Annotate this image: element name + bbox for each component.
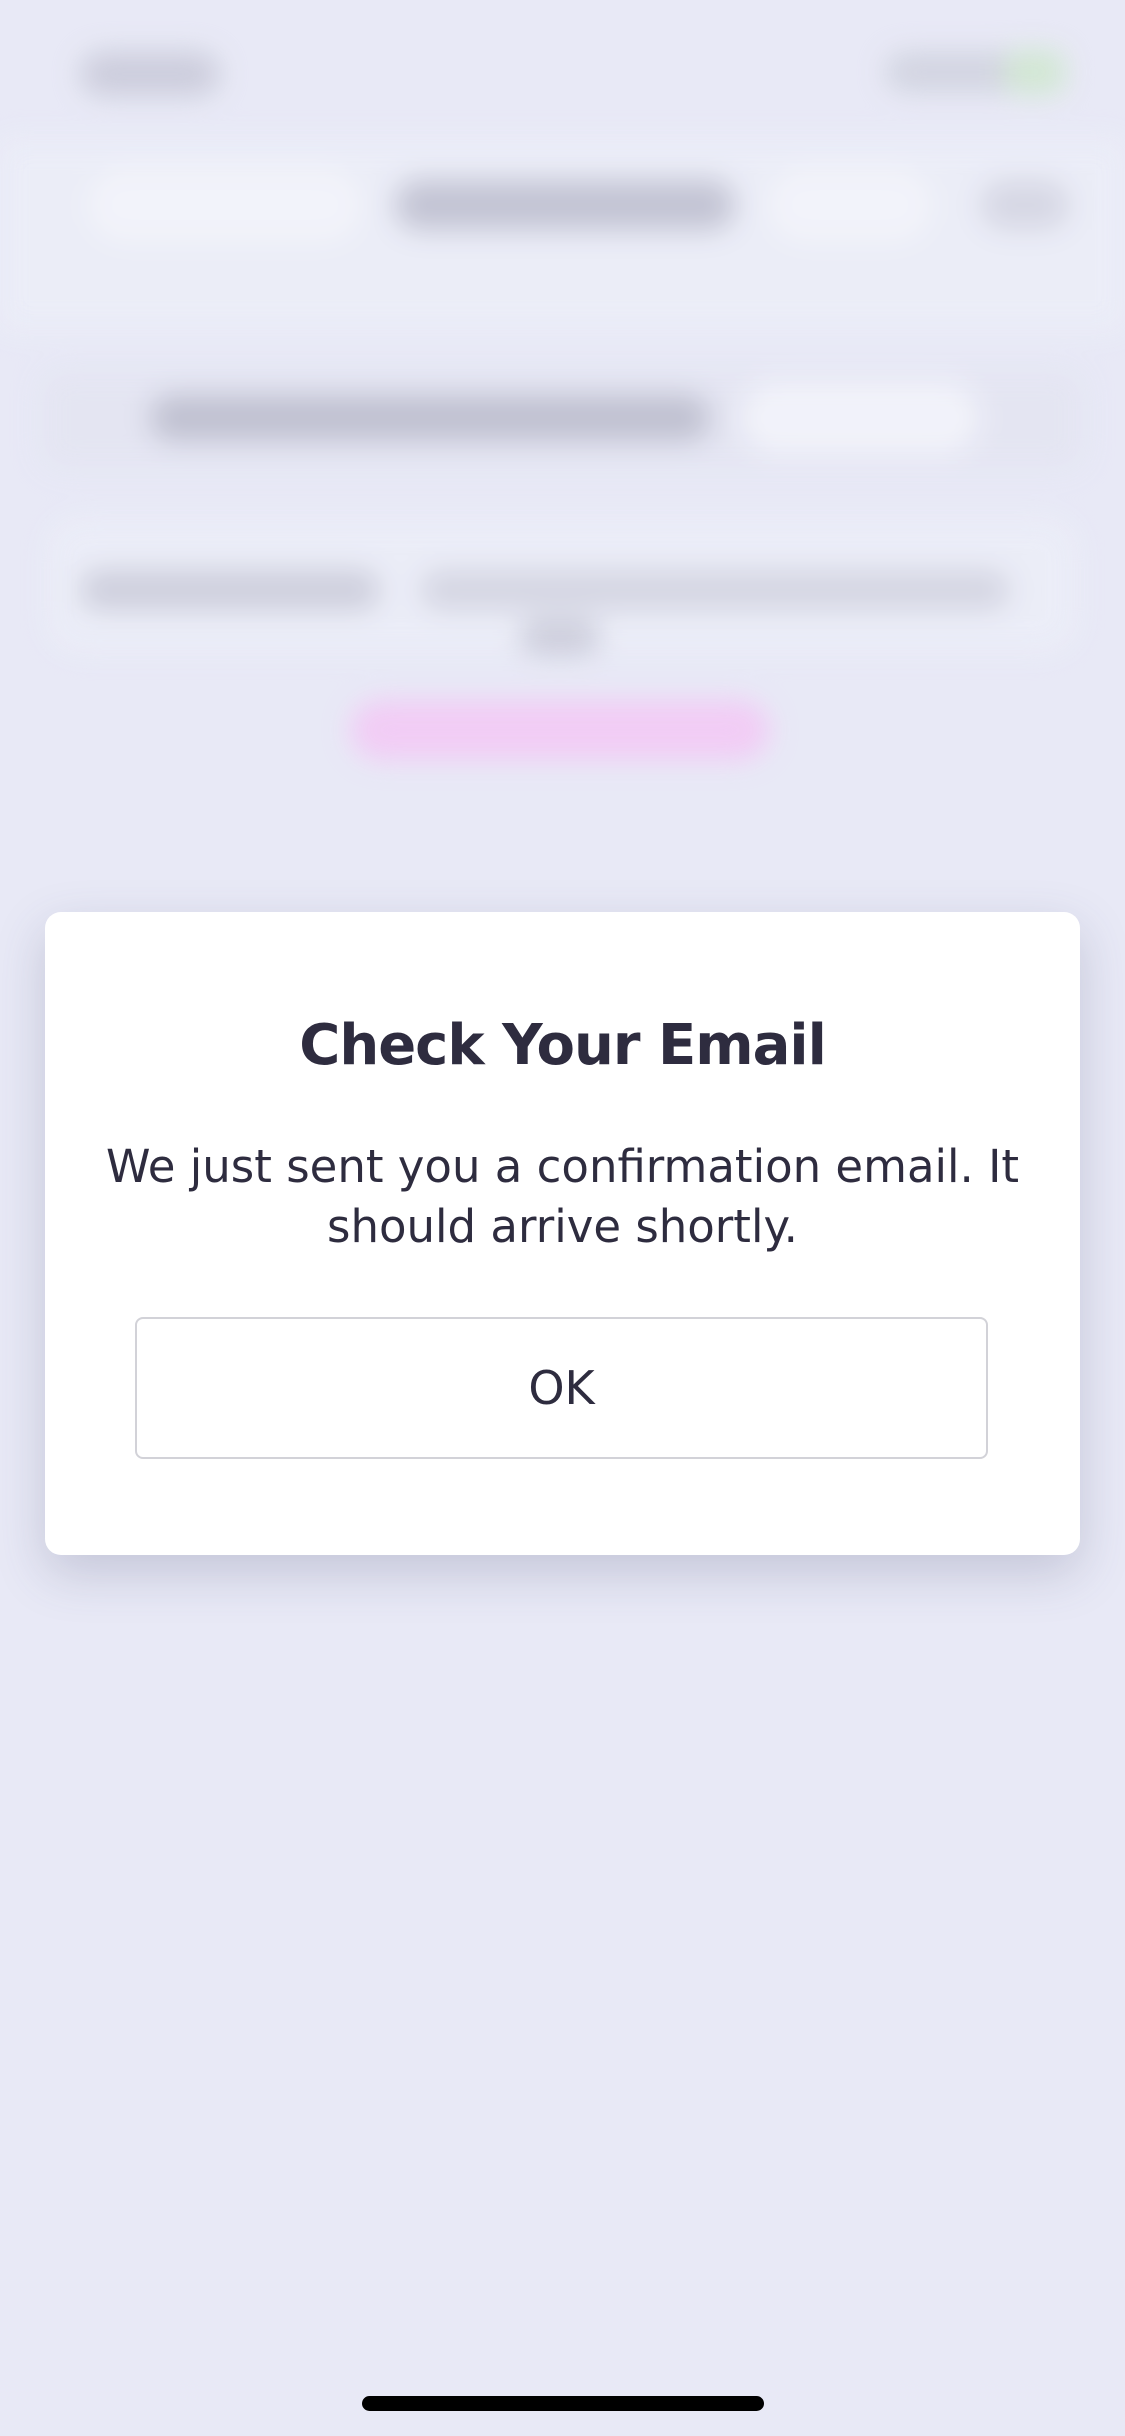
- dialog-title: Check Your Email: [299, 1013, 827, 1078]
- dialog-message: We just sent you a confirmation email. I…: [105, 1140, 1020, 1253]
- confirmation-dialog: Check Your Email We just sent you a conf…: [45, 912, 1080, 1555]
- background-list-row-text-placeholder: [150, 395, 710, 441]
- background-header-icon: [980, 180, 1070, 230]
- background-header-title-placeholder: [395, 180, 735, 230]
- background-list-row-control: [740, 382, 980, 454]
- background-accent-button: [350, 700, 770, 760]
- background-header-right-control: [770, 170, 930, 240]
- background-header-left-control: [90, 170, 360, 240]
- background-card-text-placeholder: [80, 570, 380, 610]
- battery-icon: [1005, 50, 1065, 94]
- background-card-text-placeholder: [420, 570, 1010, 610]
- background-card-text-placeholder: [520, 620, 600, 654]
- status-bar-time-placeholder: [80, 52, 220, 96]
- home-indicator[interactable]: [362, 2396, 764, 2411]
- ok-button[interactable]: OK: [135, 1317, 988, 1459]
